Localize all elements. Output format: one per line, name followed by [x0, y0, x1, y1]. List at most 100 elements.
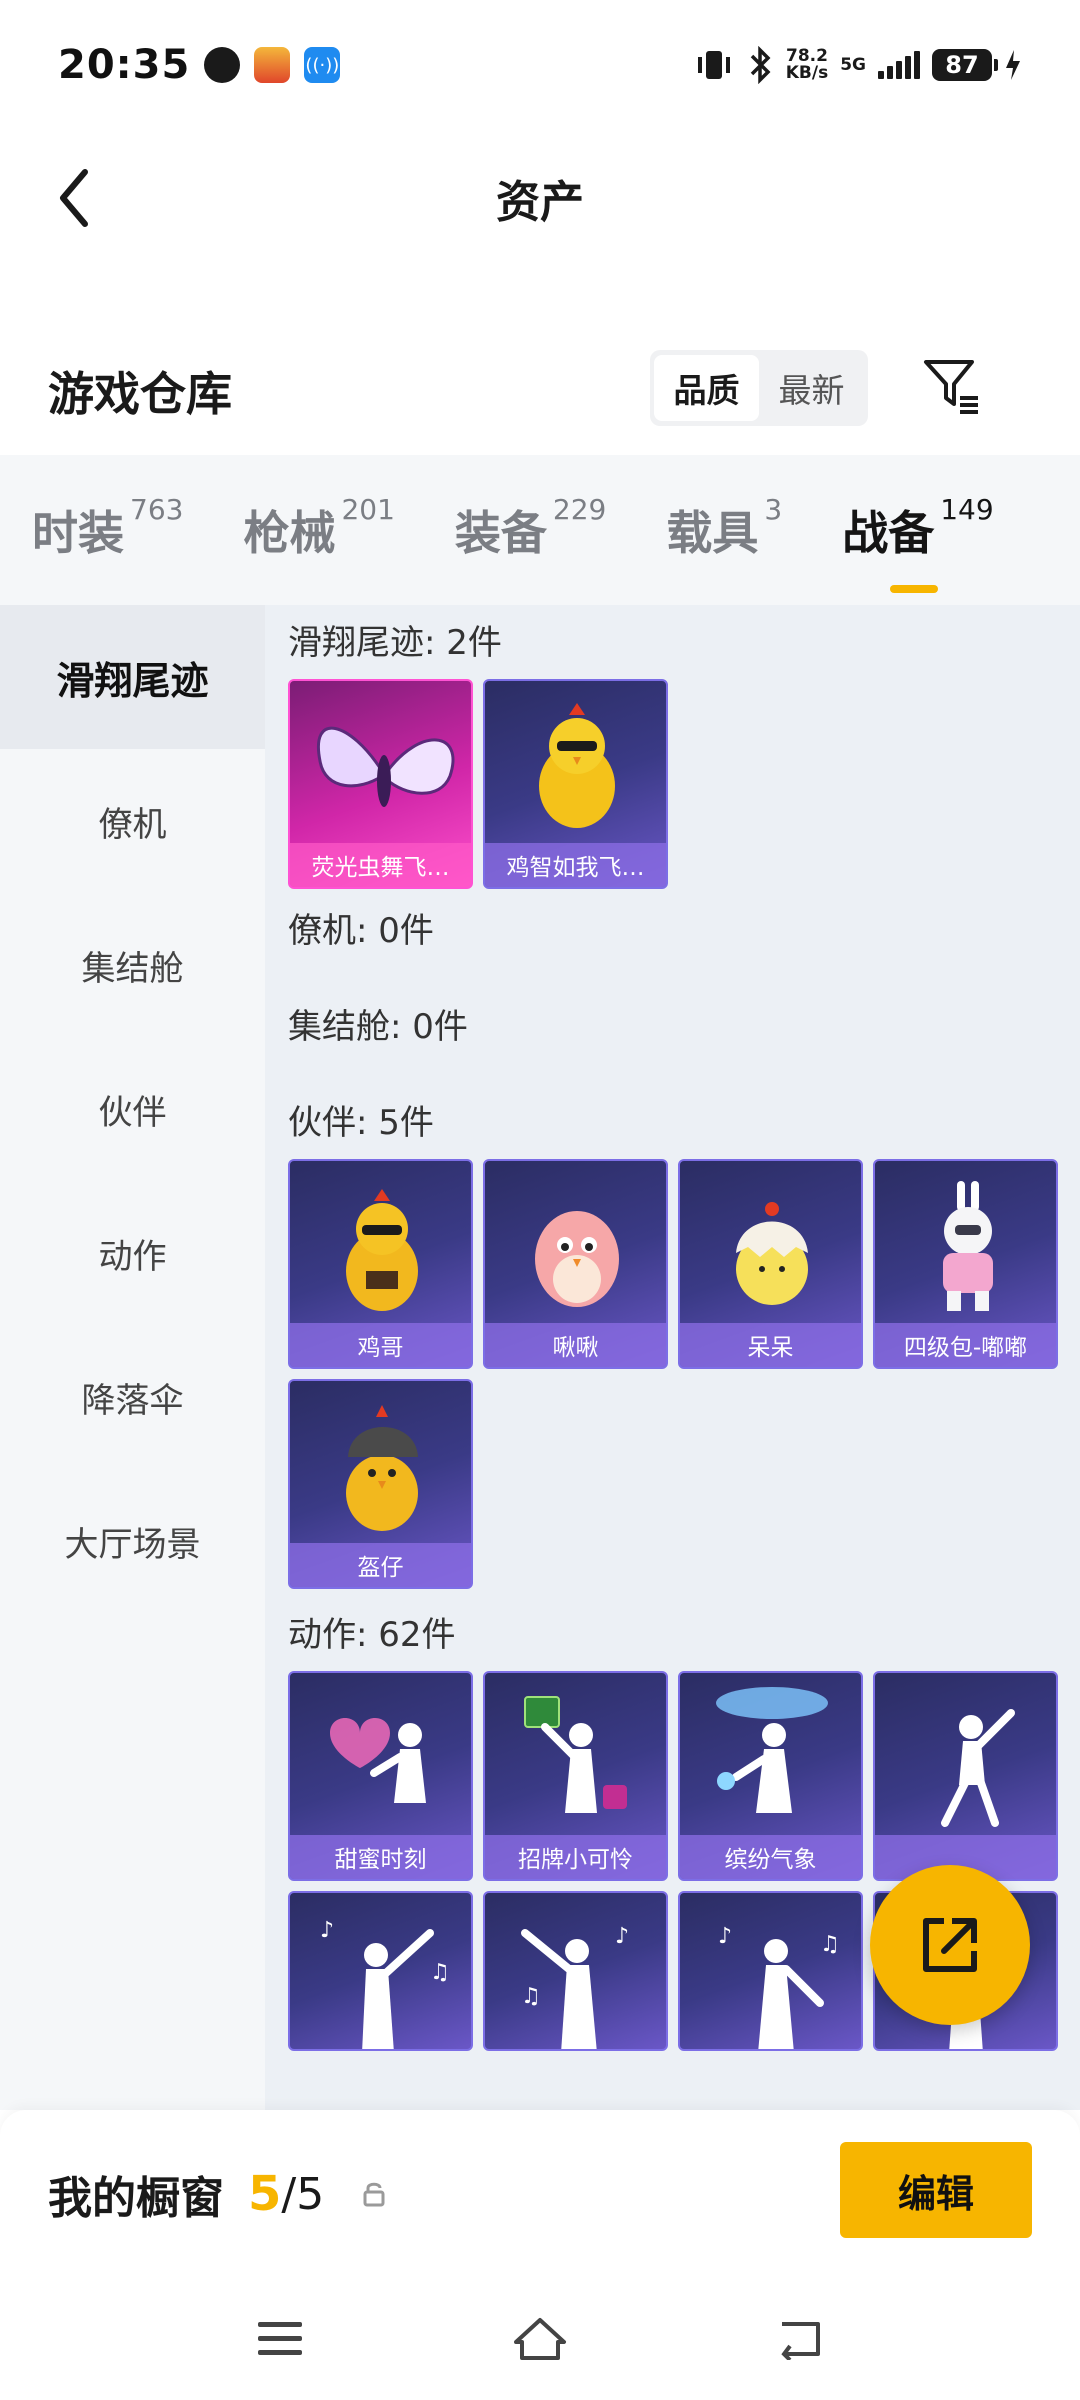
section-title-emote: 动作: 62件 — [288, 1615, 456, 1655]
back-nav-button[interactable] — [770, 2308, 830, 2368]
edit-button[interactable]: 编辑 — [840, 2142, 1032, 2238]
speed-unit: KB/s — [785, 63, 829, 83]
chicken-icon — [539, 703, 615, 828]
back-arrow-icon — [60, 168, 88, 227]
share-icon — [923, 1918, 977, 1972]
tab-label: 装备 — [454, 506, 547, 560]
showcase-count: 5 — [248, 2166, 282, 2222]
status-left: 20:35 ((·)) — [58, 42, 341, 88]
tab-count: 763 — [130, 493, 184, 526]
item-label: 呆呆 — [680, 1323, 861, 1367]
home-icon — [514, 2317, 566, 2360]
dancer-music-icon: ♪ ♫ — [521, 1924, 629, 2049]
home-button[interactable] — [510, 2308, 570, 2368]
sort-latest-button[interactable]: 最新 — [759, 355, 864, 421]
network-speed: 78.2 KB/s — [786, 48, 828, 82]
tab-label: 载具 — [666, 506, 759, 560]
warehouse-title: 游戏仓库 — [48, 367, 232, 421]
item-card[interactable]: 招牌小可怜 — [483, 1671, 668, 1881]
showcase-info: 我的橱窗 5 / 5 — [48, 2162, 388, 2226]
svg-text:♪: ♪ — [718, 1924, 732, 1949]
showcase-label: 我的橱窗 — [48, 2173, 224, 2224]
dancer-music-icon: ♪ ♫ — [320, 1918, 450, 2049]
dancer-music-icon: ♪ ♫ — [718, 1924, 840, 2049]
system-nav-bar — [0, 2275, 1080, 2400]
item-card[interactable]: 呆呆 — [678, 1159, 863, 1369]
item-label: 啾啾 — [485, 1323, 666, 1367]
side-item-glide-trail[interactable]: 滑翔尾迹 — [0, 605, 265, 749]
tab-label: 枪械 — [243, 506, 336, 560]
dancer-sign-icon — [524, 1696, 627, 1813]
signal-icon — [878, 51, 920, 79]
section-title-pod: 集结舱: 0件 — [288, 1007, 468, 1047]
sort-toggle: 品质 最新 — [650, 350, 868, 426]
tab-count: 201 — [341, 493, 395, 526]
svg-text:♫: ♫ — [430, 1960, 450, 1985]
battery-level: 87 — [945, 51, 979, 79]
tab-label: 时装 — [32, 506, 124, 560]
side-item-lobby-scene[interactable]: 大厅场景 — [0, 1469, 265, 1613]
item-card[interactable]: 盔仔 — [288, 1379, 473, 1589]
item-card[interactable] — [873, 1671, 1058, 1881]
bird-icon — [535, 1211, 619, 1307]
tab-vehicles[interactable]: 载具 3 — [666, 493, 782, 563]
item-card[interactable]: ♪ ♫ — [288, 1891, 473, 2051]
back-button[interactable] — [40, 160, 110, 235]
item-card[interactable]: 鸡哥 — [288, 1159, 473, 1369]
side-item-wingman[interactable]: 僚机 — [0, 749, 265, 893]
showcase-separator: / — [281, 2168, 297, 2220]
tab-fashion[interactable]: 时装 763 — [32, 493, 183, 563]
category-tabs: 时装 763 枪械 201 装备 229 载具 3 战备 149 — [0, 455, 1080, 605]
tab-weapons[interactable]: 枪械 201 — [243, 493, 394, 563]
warehouse-header: 游戏仓库 品质 最新 — [0, 330, 1080, 450]
section-title-partner: 伙伴: 5件 — [288, 1103, 434, 1143]
showcase-bar: 我的橱窗 5 / 5 编辑 — [0, 2110, 1080, 2275]
chicken-icon — [346, 1189, 418, 1311]
side-item-emote[interactable]: 动作 — [0, 1181, 265, 1325]
showcase-total: 5 — [296, 2168, 325, 2220]
side-item-partner[interactable]: 伙伴 — [0, 1037, 265, 1181]
bluetooth-icon — [750, 46, 771, 84]
item-card[interactable]: ♪ ♫ — [678, 1891, 863, 2051]
side-category-nav: 滑翔尾迹 僚机 集结舱 伙伴 动作 降落伞 大厅场景 — [0, 605, 265, 2110]
item-card[interactable]: ♪ ♫ — [483, 1891, 668, 2051]
filter-button[interactable] — [920, 354, 984, 418]
svg-text:♫: ♫ — [521, 1984, 541, 2009]
item-card[interactable]: 荧光虫舞飞… — [288, 679, 473, 889]
item-card[interactable]: 甜蜜时刻 — [288, 1671, 473, 1881]
tab-label: 战备 — [842, 506, 935, 560]
side-item-assembly-pod[interactable]: 集结舱 — [0, 893, 265, 1037]
item-label: 招牌小可怜 — [485, 1835, 666, 1879]
dancer-pose-icon — [941, 1709, 1015, 1827]
item-card[interactable]: 鸡智如我飞… — [483, 679, 668, 889]
vibrate-icon — [697, 51, 730, 79]
tab-count: 3 — [764, 493, 783, 526]
item-card[interactable]: 缤纷气象 — [678, 1671, 863, 1881]
page-title: 资产 — [496, 176, 584, 228]
menu-icon — [258, 2321, 302, 2355]
tab-combat-gear[interactable]: 战备 149 — [842, 493, 994, 593]
tab-equipment[interactable]: 装备 229 — [454, 493, 606, 563]
item-label: 盔仔 — [290, 1543, 471, 1587]
lock-icon — [363, 2182, 385, 2207]
svg-text:♫: ♫ — [820, 1932, 840, 1957]
side-item-parachute[interactable]: 降落伞 — [0, 1325, 265, 1469]
section-title-glide: 滑翔尾迹: 2件 — [288, 623, 502, 663]
section-title-wingman: 僚机: 0件 — [288, 911, 434, 951]
item-label: 缤纷气象 — [680, 1835, 861, 1879]
game-app-notification-icon — [254, 47, 291, 83]
svg-text:♪: ♪ — [320, 1918, 334, 1943]
network-type: 5G — [840, 54, 866, 75]
butterfly-icon — [317, 726, 455, 807]
robot-bunny-icon — [943, 1181, 993, 1311]
page-header: 资产 — [0, 130, 1080, 265]
item-card[interactable]: 四级包-嘟嘟 — [873, 1159, 1058, 1369]
menu-button[interactable] — [250, 2308, 310, 2368]
share-button[interactable] — [870, 1865, 1030, 2025]
item-label: 四级包-嘟嘟 — [875, 1323, 1056, 1367]
sort-quality-button[interactable]: 品质 — [654, 355, 759, 421]
item-label: 荧光虫舞飞… — [290, 843, 471, 887]
item-label: 鸡哥 — [290, 1323, 471, 1367]
chick-egg-icon — [736, 1202, 808, 1305]
item-card[interactable]: 啾啾 — [483, 1159, 668, 1369]
